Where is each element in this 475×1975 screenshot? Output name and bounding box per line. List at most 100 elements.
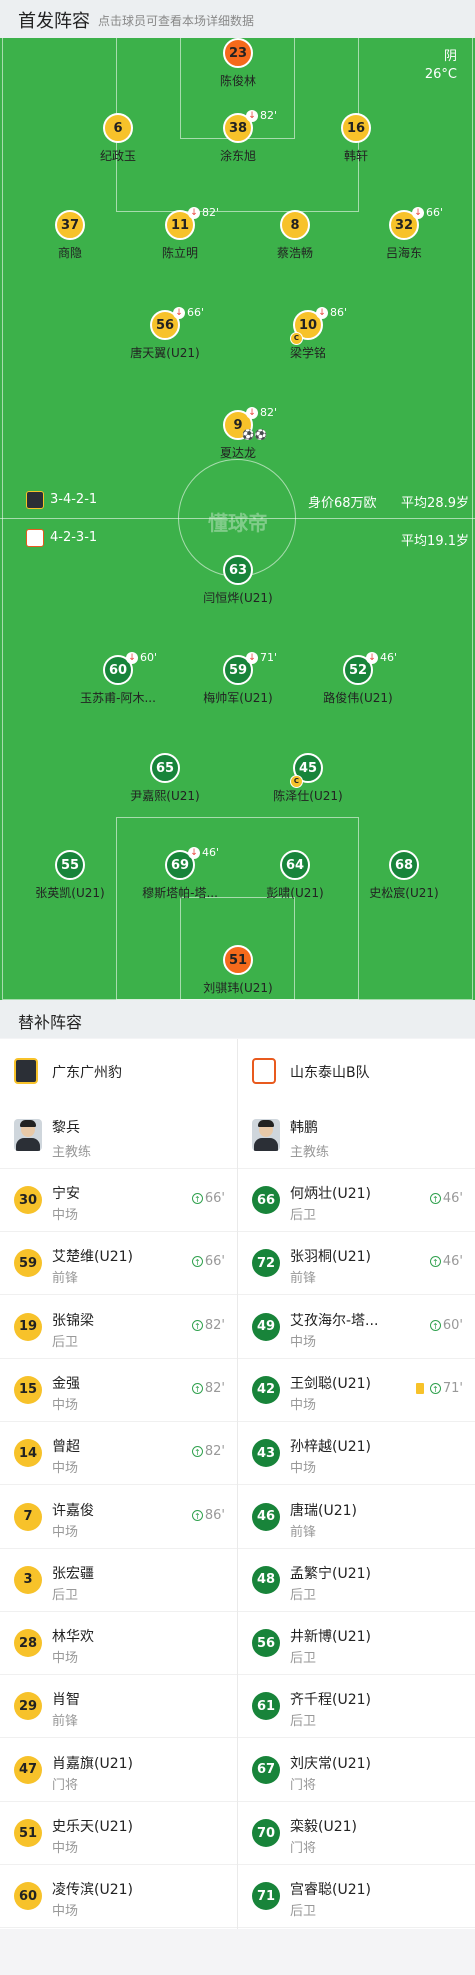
player-position: 中场 — [290, 1397, 317, 1413]
sub-player-row[interactable]: 72 张羽桐(U21) 前锋 ↑ 46' — [238, 1232, 475, 1296]
sub-player-row[interactable]: 7 许嘉俊 中场 ↑ 86' — [0, 1486, 237, 1549]
sub-on-icon: ↑ — [191, 1193, 203, 1204]
sub-player-row[interactable]: 47 肖嘉旗(U21) 门将 — [0, 1739, 237, 1802]
sub-on-time: ↑ 71' — [415, 1381, 463, 1396]
player-name: 张锦梁 — [52, 1312, 94, 1329]
sub-on-time: ↑ 82' — [191, 1444, 225, 1459]
sub-player-row[interactable]: 71 宫睿聪(U21) 后卫 — [238, 1865, 475, 1929]
home-player[interactable]: 16 韩轩 — [286, 113, 426, 164]
player-name: 唐天翼(U21) — [130, 346, 200, 360]
sub-off-time: ↓ 46' — [188, 846, 219, 859]
pitch: 阴 26°C 懂球帝 3-4-2-1 身价68万欧 平均28.9岁 4-2-3-… — [0, 38, 475, 1000]
subs-title: 替补阵容 — [18, 1013, 83, 1032]
sub-player-row[interactable]: 28 林华欢 中场 — [0, 1612, 237, 1676]
captain-badge: C — [290, 332, 303, 345]
left-team-name: 广东广州豹 — [52, 1065, 122, 1081]
player-name: 梅帅军(U21) — [203, 691, 273, 705]
home-player[interactable]: 32 吕海东 ↓ 66' — [334, 206, 474, 261]
away-player[interactable]: 51 刘骐玮(U21) — [168, 945, 308, 996]
right-team-row[interactable]: 山东泰山B队 — [238, 1039, 475, 1101]
avatar — [252, 1119, 280, 1151]
sub-player-row[interactable]: 49 艾孜海尔-塔... 中场 ↑ 60' — [238, 1296, 475, 1359]
sub-player-row[interactable]: 61 齐千程(U21) 后卫 — [238, 1675, 475, 1739]
player-number: 63 — [223, 555, 253, 585]
player-name: 纪政玉 — [99, 149, 136, 163]
lineup-hint: 点击球员可查看本场详细数据 — [98, 14, 255, 28]
left-coach-row[interactable]: 黎兵 主教练 — [0, 1101, 237, 1169]
sub-player-row[interactable]: 70 栾毅(U21) 门将 — [238, 1802, 475, 1865]
sub-player-row[interactable]: 15 金强 中场 ↑ 82' — [0, 1359, 237, 1422]
sub-player-row[interactable]: 60 凌传滨(U21) 中场 — [0, 1865, 237, 1929]
home-player[interactable]: 9 夏达龙 ↓ 82' ⚽⚽ — [168, 406, 308, 461]
lineup-header: 首发阵容 点击球员可查看本场详细数据 — [0, 0, 475, 38]
sub-player-row[interactable]: 48 孟繁宁(U21) 后卫 — [238, 1549, 475, 1612]
sub-player-row[interactable]: 66 何炳壮(U21) 后卫 ↑ 46' — [238, 1169, 475, 1232]
right-coach-row[interactable]: 韩鹏 主教练 — [238, 1101, 475, 1169]
sub-player-row[interactable]: 42 王剑聪(U21) 中场 ↑ 71' — [238, 1359, 475, 1422]
player-position: 中场 — [290, 1334, 317, 1350]
player-position: 后卫 — [290, 1904, 317, 1920]
away-player[interactable]: 65 尹嘉熙(U21) — [95, 753, 235, 804]
player-name: 刘骐玮(U21) — [203, 981, 273, 995]
sub-player-row[interactable]: 56 井新博(U21) 后卫 — [238, 1612, 475, 1676]
sub-player-row[interactable]: 59 艾楚维(U21) 前锋 ↑ 66' — [0, 1232, 237, 1296]
player-name: 尹嘉熙(U21) — [130, 789, 200, 803]
sub-player-row[interactable]: 30 宁安 中场 ↑ 66' — [0, 1169, 237, 1232]
sub-off-icon: ↓ — [246, 652, 258, 664]
sub-player-row[interactable]: 19 张锦梁 后卫 ↑ 82' — [0, 1296, 237, 1359]
player-number: 15 — [14, 1375, 42, 1404]
home-formation: 3-4-2-1 — [50, 492, 98, 507]
sub-off-time: ↓ 86' — [316, 306, 347, 319]
player-position: 后卫 — [290, 1208, 317, 1223]
player-number: 65 — [150, 753, 180, 783]
player-position: 中场 — [52, 1397, 79, 1413]
sub-on-icon: ↑ — [429, 1256, 441, 1268]
away-player[interactable]: 60 玉苏甫-阿木... ↓ 60' — [48, 651, 188, 706]
player-position: 中场 — [290, 1461, 317, 1477]
sub-off-time: ↓ 66' — [412, 206, 443, 219]
sub-off-icon: ↓ — [188, 207, 200, 219]
coach-role: 主教练 — [52, 1145, 92, 1160]
player-position: 门将 — [290, 1777, 317, 1793]
watermark-logo: 懂球帝 — [208, 511, 268, 535]
player-position: 后卫 — [290, 1587, 317, 1603]
away-player[interactable]: 68 史松宸(U21) — [334, 850, 474, 901]
sub-player-row[interactable]: 67 刘庆常(U21) 门将 — [238, 1739, 475, 1802]
coach-name: 黎兵 — [52, 1120, 80, 1136]
sub-player-row[interactable]: 14 曾超 中场 ↑ 82' — [0, 1422, 237, 1486]
player-number: 72 — [252, 1249, 280, 1278]
away-player[interactable]: 63 闫恒烨(U21) — [168, 555, 308, 606]
player-position: 中场 — [52, 1524, 79, 1540]
away-player[interactable]: 59 梅帅军(U21) ↓ 71' — [168, 651, 308, 706]
player-name: 宁安 — [52, 1186, 80, 1202]
captain-badge: C — [290, 775, 303, 788]
player-position: 前锋 — [52, 1714, 79, 1730]
player-name: 肖嘉旗(U21) — [52, 1755, 133, 1772]
sub-on-icon: ↑ — [191, 1256, 203, 1268]
player-name: 何炳壮(U21) — [290, 1186, 371, 1202]
home-player[interactable]: 23 陈俊林 — [168, 38, 308, 89]
sub-player-row[interactable]: 29 肖智 前锋 — [0, 1675, 237, 1739]
player-number: 56 — [252, 1629, 280, 1658]
player-number: 60 — [14, 1882, 42, 1911]
player-name: 史松宸(U21) — [369, 886, 439, 900]
home-player[interactable]: 56 唐天翼(U21) ↓ 66' — [95, 306, 235, 361]
sub-player-row[interactable]: 43 孙梓越(U21) 中场 — [238, 1422, 475, 1486]
coach-role: 主教练 — [290, 1145, 330, 1160]
sub-player-row[interactable]: 46 唐瑞(U21) 前锋 — [238, 1486, 475, 1549]
home-player[interactable]: 6 纪政玉 — [48, 113, 188, 164]
away-player[interactable]: 45 陈泽仕(U21) C — [238, 753, 378, 804]
away-team-icon — [26, 529, 44, 547]
sub-player-row[interactable]: 51 史乐天(U21) 中场 — [0, 1802, 237, 1865]
sub-off-time: ↓ 82' — [246, 406, 277, 419]
player-name: 艾孜海尔-塔... — [290, 1312, 379, 1329]
player-position: 中场 — [52, 1208, 79, 1223]
left-team-row[interactable]: 广东广州豹 — [0, 1039, 237, 1101]
player-number: 28 — [14, 1629, 42, 1658]
player-position: 门将 — [52, 1777, 79, 1793]
sub-on-icon: ↑ — [191, 1446, 203, 1458]
home-player[interactable]: 10 梁学铭 ↓ 86' C — [238, 306, 378, 361]
away-player[interactable]: 52 路俊伟(U21) ↓ 46' — [288, 651, 428, 706]
player-name: 史乐天(U21) — [52, 1819, 133, 1835]
sub-player-row[interactable]: 3 张宏疆 后卫 — [0, 1549, 237, 1612]
